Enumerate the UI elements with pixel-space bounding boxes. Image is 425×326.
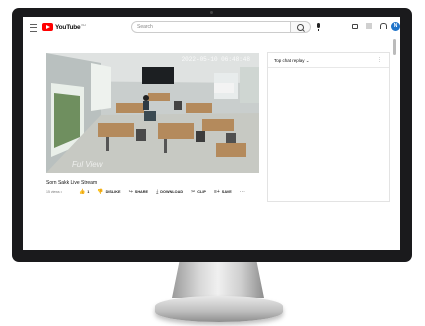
chat-replay-dropdown[interactable]: Top chat replay ⌄ (274, 58, 310, 64)
apps-grid-icon[interactable] (366, 23, 372, 29)
more-actions-button[interactable]: ⋯ (240, 189, 245, 195)
video-actions: 👍 1 👎 DISLIKE ↪ SHARE ⤓ DOWNLOAD ✂ CLIP … (79, 189, 245, 195)
search-placeholder: Search (137, 24, 153, 30)
hamburger-menu-icon[interactable] (30, 24, 37, 32)
live-chat-panel: Top chat replay ⌄ ⋮ (267, 52, 390, 202)
clip-button[interactable]: ✂ CLIP (191, 189, 206, 195)
search-button[interactable] (291, 21, 311, 33)
screen: YouTube KH Search N 2022-05-10 06:48:48 … (23, 17, 400, 250)
monitor-bezel: YouTube KH Search N 2022-05-10 06:48:48 … (12, 8, 412, 262)
clip-icon: ✂ (191, 189, 196, 195)
save-icon: ≡+ (213, 189, 220, 195)
top-bar: YouTube KH Search N (23, 17, 400, 39)
page-scrollbar[interactable] (393, 39, 396, 55)
share-button[interactable]: ↪ SHARE (129, 189, 149, 195)
save-label: SAVE (221, 190, 232, 194)
video-watermark: Ful View (72, 160, 103, 169)
chat-divider (268, 67, 389, 68)
video-player[interactable]: 2022-05-10 06:48:48 Ful View (46, 53, 259, 173)
clip-label: CLIP (197, 190, 206, 194)
microphone-icon[interactable] (317, 23, 320, 31)
youtube-logo[interactable]: YouTube KH (42, 23, 86, 31)
download-icon: ⤓ (156, 189, 159, 195)
dislike-icon: 👎 (97, 189, 104, 195)
chevron-down-icon: ⌄ (305, 58, 310, 63)
video-timestamp: 2022-05-10 06:48:48 (181, 56, 250, 63)
avatar[interactable]: N (391, 22, 400, 31)
video-title: Sorn Sakk Live Stream (46, 180, 98, 186)
search-input[interactable]: Search (131, 21, 291, 33)
dislike-button[interactable]: 👎 DISLIKE (97, 189, 120, 195)
like-count: 1 (87, 190, 90, 194)
like-button[interactable]: 👍 1 (79, 189, 89, 195)
youtube-play-icon (42, 23, 53, 31)
logo-text: YouTube (55, 23, 81, 31)
more-icon: ⋯ (239, 189, 245, 195)
webcam-dot (210, 11, 213, 14)
classroom-video-frame (46, 53, 259, 173)
monitor-stand-neck (172, 262, 264, 298)
notifications-bell-icon[interactable] (380, 23, 387, 29)
download-label: DOWNLOAD (160, 190, 184, 194)
save-button[interactable]: ≡+ SAVE (214, 189, 232, 195)
search-icon (297, 24, 304, 31)
share-icon: ↪ (128, 189, 133, 195)
chat-header-label: Top chat replay (274, 58, 305, 63)
logo-country-code: KH (81, 23, 86, 27)
chat-more-icon[interactable]: ⋮ (377, 57, 382, 63)
share-label: SHARE (134, 190, 149, 194)
download-button[interactable]: ⤓ DOWNLOAD (156, 189, 183, 195)
like-icon: 👍 (79, 189, 86, 195)
create-video-icon[interactable] (352, 24, 358, 29)
dislike-label: DISLIKE (105, 190, 121, 194)
video-views: 15 views • (46, 190, 62, 194)
monitor-stand-base (155, 296, 283, 322)
